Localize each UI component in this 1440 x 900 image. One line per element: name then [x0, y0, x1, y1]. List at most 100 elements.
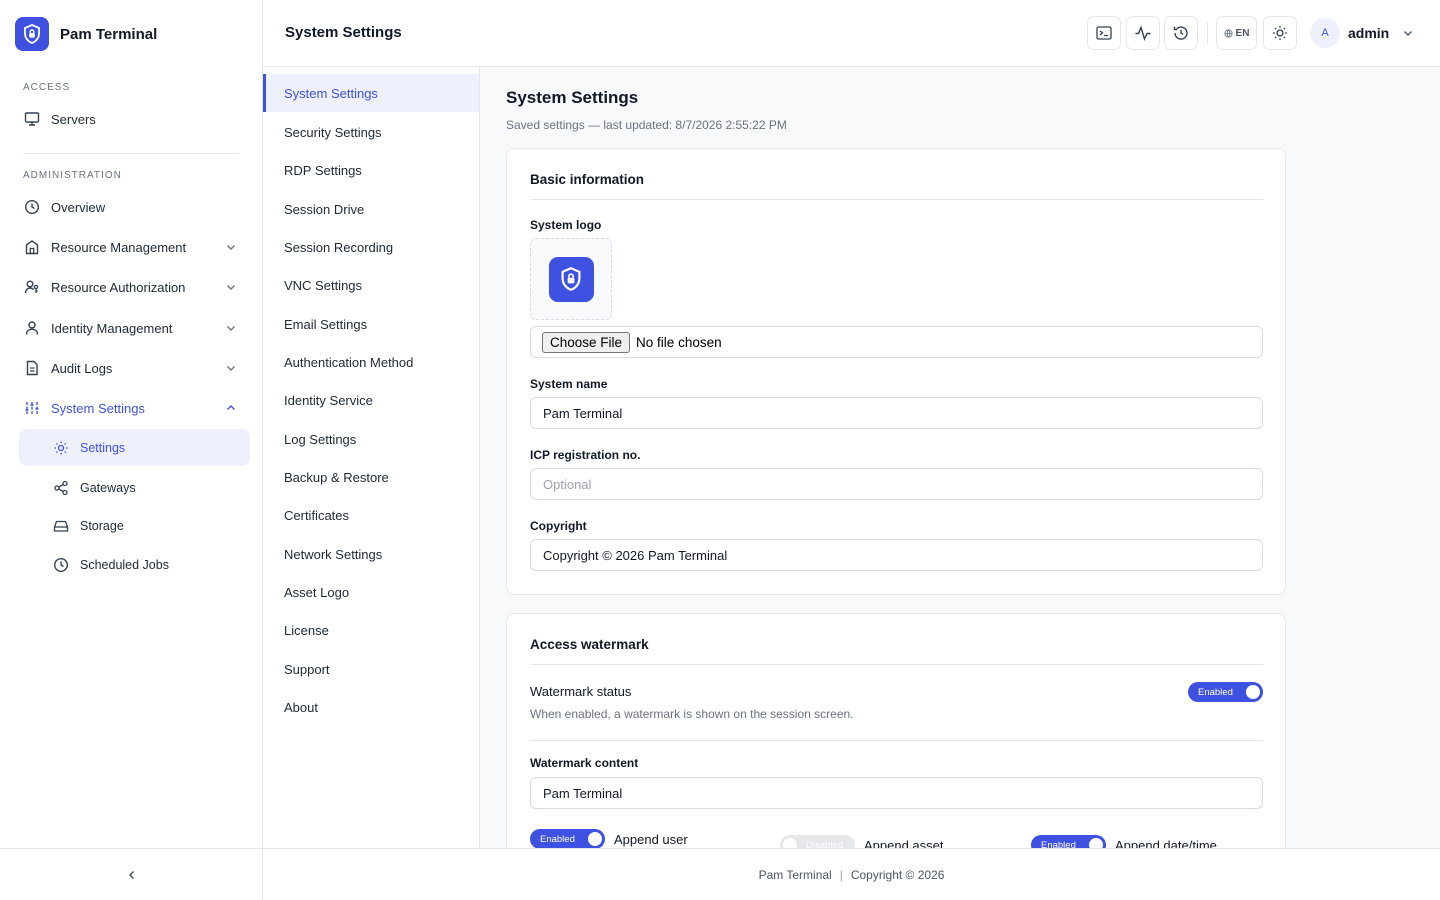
toggle-knob [1089, 838, 1103, 848]
file-status: No file chosen [636, 334, 722, 350]
chevron-left-icon [128, 870, 134, 879]
subnav-identity-service[interactable]: Identity Service [263, 381, 479, 419]
sidebar-item-system-settings[interactable]: System Settings [19, 390, 250, 426]
card-title: Access watermark [530, 637, 649, 652]
main-content: System Settings Saved settings — last up… [480, 67, 1440, 848]
theme-toggle-button[interactable] [1263, 16, 1297, 50]
sidebar-subitem-label: Gateways [80, 480, 136, 495]
user-menu[interactable]: A admin [1310, 18, 1415, 48]
watermark-status-label: Watermark status [530, 684, 632, 699]
footer-copyright: Copyright © 2026 [850, 867, 945, 882]
copyright-input[interactable] [530, 539, 1263, 571]
sidebar-subitem-storage[interactable]: Storage [19, 507, 250, 544]
sidebar-divider [23, 153, 239, 154]
append-datetime-toggle[interactable]: Enabled [1031, 835, 1106, 848]
card-divider [530, 664, 1263, 665]
user-icon [23, 319, 41, 337]
subnav-asset-logo[interactable]: Asset Logo [263, 573, 479, 611]
sidebar-item-label: Identity Management [51, 320, 173, 336]
hard-drive-icon [52, 517, 70, 535]
system-logo-preview [530, 238, 612, 320]
toggle-state-label: Disabled [806, 839, 843, 849]
clock-icon [52, 556, 70, 574]
choose-file-button[interactable]: Choose File [542, 331, 631, 353]
sidebar-subitem-settings[interactable]: Settings [19, 429, 250, 466]
subnav-about[interactable]: About [263, 688, 479, 726]
subnav-email-settings[interactable]: Email Settings [263, 305, 479, 343]
sidebar-item-resource-management[interactable]: Resource Management [19, 229, 250, 265]
chevron-up-icon [227, 405, 235, 410]
sliders-icon [23, 399, 41, 417]
shield-logo-icon [548, 256, 594, 302]
sidebar-item-overview[interactable]: Overview [19, 189, 250, 225]
sidebar-subitem-label: Settings [80, 440, 126, 455]
append-asset-label: Append asset [864, 838, 944, 848]
footer-app-name: Pam Terminal [758, 867, 832, 882]
history-icon [1173, 26, 1188, 40]
subnav-log-settings[interactable]: Log Settings [263, 420, 479, 458]
sidebar-subitem-scheduled-jobs[interactable]: Scheduled Jobs [19, 546, 250, 583]
activity-button[interactable] [1126, 16, 1160, 50]
toggle-state-label: Enabled [1198, 686, 1233, 698]
sidebar-item-label: Audit Logs [51, 360, 113, 376]
header-title: System Settings [285, 24, 402, 41]
sidebar-item-resource-authorization[interactable]: Resource Authorization [19, 269, 250, 305]
subnav-backup-restore[interactable]: Backup & Restore [263, 458, 479, 496]
watermark-status-toggle[interactable]: Enabled [1188, 682, 1263, 702]
sidebar-collapse-button[interactable] [0, 848, 263, 900]
language-button[interactable]: EN [1216, 16, 1257, 50]
logo-file-input[interactable]: Choose File No file chosen [530, 326, 1263, 358]
sidebar-subitem-gateways[interactable]: Gateways [19, 469, 250, 506]
top-header: System Settings EN A admin [263, 0, 1440, 67]
shield-logo-icon [15, 17, 49, 51]
system-name-input[interactable] [530, 397, 1263, 429]
append-user-toggle[interactable]: Enabled [530, 829, 605, 848]
subnav-security-settings[interactable]: Security Settings [263, 113, 479, 151]
header-divider [1207, 22, 1208, 44]
basic-information-card: Basic information System logo Choose Fil… [506, 148, 1286, 595]
subnav-license[interactable]: License [263, 611, 479, 649]
sidebar: Pam Terminal ACCESS Servers ADMINISTRATI… [0, 0, 263, 900]
toggle-knob [588, 832, 602, 846]
subnav-authentication-method[interactable]: Authentication Method [263, 343, 479, 381]
history-button[interactable] [1164, 16, 1198, 50]
share-icon [52, 479, 70, 497]
subnav-session-drive[interactable]: Session Drive [263, 190, 479, 228]
building-icon [23, 238, 41, 256]
subnav-rdp-settings[interactable]: RDP Settings [263, 151, 479, 189]
avatar: A [1310, 18, 1340, 48]
append-asset-toggle[interactable]: Disabled [780, 835, 855, 848]
chevron-down-icon [227, 366, 235, 371]
card-title: Basic information [530, 172, 645, 187]
system-name-label: System name [530, 377, 608, 391]
card-divider [530, 199, 1263, 200]
watermark-content-input[interactable] [530, 777, 1263, 809]
chevron-down-icon [1404, 31, 1413, 36]
append-user-label: Append user [614, 832, 688, 847]
sidebar-subitem-label: Storage [80, 518, 124, 533]
toggle-knob [1246, 685, 1260, 699]
subnav-system-settings[interactable]: System Settings [263, 74, 479, 112]
watermark-status-description: When enabled, a watermark is shown on th… [530, 707, 854, 721]
sidebar-item-label: Overview [51, 199, 106, 215]
brand[interactable]: Pam Terminal [15, 17, 157, 51]
username: admin [1348, 25, 1390, 41]
terminal-button[interactable] [1087, 16, 1121, 50]
subnav-vnc-settings[interactable]: VNC Settings [263, 266, 479, 304]
access-watermark-card: Access watermark Watermark status When e… [506, 613, 1286, 848]
sidebar-item-audit-logs[interactable]: Audit Logs [19, 350, 250, 386]
toggle-knob [783, 838, 797, 848]
append-datetime-label: Append date/time [1115, 838, 1217, 848]
subnav-support[interactable]: Support [263, 650, 479, 688]
sidebar-item-identity-management[interactable]: Identity Management [19, 310, 250, 346]
terminal-icon [1096, 26, 1112, 40]
subnav-network-settings[interactable]: Network Settings [263, 535, 479, 573]
subnav-session-recording[interactable]: Session Recording [263, 228, 479, 266]
sidebar-item-servers[interactable]: Servers [19, 101, 250, 137]
sun-icon [1273, 26, 1287, 40]
subnav-certificates[interactable]: Certificates [263, 496, 479, 534]
section-label-access: ACCESS [23, 82, 71, 93]
last-updated-text: Saved settings — last updated: 8/7/2026 … [506, 118, 787, 132]
icp-input[interactable] [530, 468, 1263, 500]
toggle-state-label: Enabled [1041, 839, 1076, 849]
